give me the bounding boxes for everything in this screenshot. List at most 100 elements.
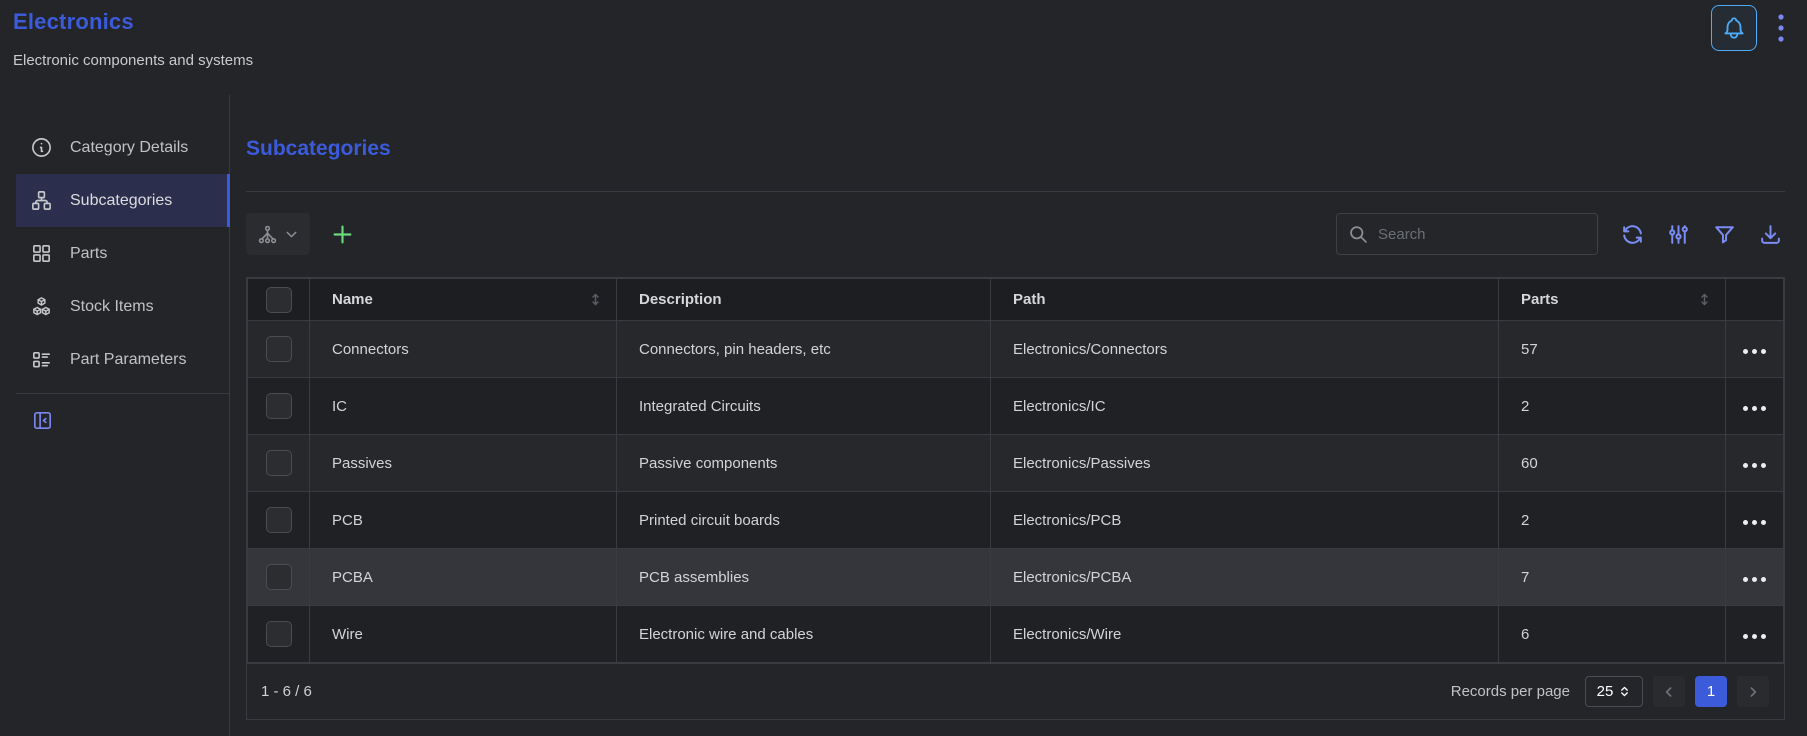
subcategories-table-card: Name Description Path <box>246 277 1785 720</box>
next-page-button[interactable] <box>1737 676 1769 707</box>
table-row[interactable]: PCB Printed circuit boards Electronics/P… <box>248 492 1784 549</box>
page-title: Electronics <box>13 9 1793 35</box>
page-button-1[interactable]: 1 <box>1695 676 1727 707</box>
row-checkbox-cell <box>248 492 310 549</box>
table-toolbar <box>246 213 1785 255</box>
sidebar-item-subcategories[interactable]: Subcategories <box>16 174 229 227</box>
row-menu-button[interactable] <box>1735 448 1774 479</box>
sitemap-icon <box>30 189 53 212</box>
notifications-button[interactable] <box>1711 5 1757 51</box>
sidebar-item-label: Parts <box>70 245 107 263</box>
add-subcategory-button[interactable] <box>329 221 356 248</box>
download-icon <box>1758 222 1783 247</box>
row-checkbox[interactable] <box>266 450 292 476</box>
cell-name: Passives <box>310 435 617 492</box>
cell-description: Passive components <box>617 435 991 492</box>
sidebar-item-stock-items[interactable]: Stock Items <box>16 280 229 333</box>
table-body: Connectors Connectors, pin headers, etc … <box>248 321 1784 663</box>
previous-page-button[interactable] <box>1653 676 1685 707</box>
row-checkbox[interactable] <box>266 393 292 419</box>
sidebar-collapse-icon <box>31 409 54 432</box>
row-menu-button[interactable] <box>1735 562 1774 593</box>
select-all-checkbox[interactable] <box>266 287 292 313</box>
sidebar-item-category-details[interactable]: Category Details <box>16 121 229 174</box>
refresh-button[interactable] <box>1618 220 1647 249</box>
table-row[interactable]: IC Integrated Circuits Electronics/IC 2 <box>248 378 1784 435</box>
download-button[interactable] <box>1756 220 1785 249</box>
dots-horizontal-icon <box>1743 577 1766 582</box>
cell-parts: 2 <box>1499 378 1726 435</box>
sort-icon <box>1696 291 1713 308</box>
row-checkbox[interactable] <box>266 564 292 590</box>
main-panel: Subcategories <box>230 95 1807 736</box>
page-subtitle: Electronic components and systems <box>13 52 1793 69</box>
row-checkbox-cell <box>248 378 310 435</box>
pagination-controls: Records per page 25 <box>1451 676 1769 707</box>
plus-icon <box>329 221 356 248</box>
cell-path: Electronics/Passives <box>991 435 1499 492</box>
table-row[interactable]: Passives Passive components Electronics/… <box>248 435 1784 492</box>
row-checkbox-cell <box>248 606 310 663</box>
toolbar-right <box>1336 213 1785 255</box>
sidebar-item-label: Part Parameters <box>70 351 186 369</box>
cell-path: Electronics/Connectors <box>991 321 1499 378</box>
tree-view-dropdown-button[interactable] <box>246 213 310 255</box>
table-row[interactable]: PCBA PCB assemblies Electronics/PCBA 7 <box>248 549 1784 606</box>
dots-vertical-icon <box>1770 11 1792 45</box>
panel-title: Subcategories <box>246 135 1785 163</box>
row-actions-cell <box>1726 492 1784 549</box>
bell-icon <box>1721 15 1747 41</box>
table-row[interactable]: Connectors Connectors, pin headers, etc … <box>248 321 1784 378</box>
row-checkbox[interactable] <box>266 336 292 362</box>
chevron-right-icon <box>1745 684 1761 700</box>
cell-path: Electronics/Wire <box>991 606 1499 663</box>
row-menu-button[interactable] <box>1735 619 1774 650</box>
page-size-value: 25 <box>1597 683 1614 700</box>
row-menu-button[interactable] <box>1735 334 1774 365</box>
panel-divider <box>246 191 1785 192</box>
table-row[interactable]: Wire Electronic wire and cables Electron… <box>248 606 1784 663</box>
app-page: Electronics Electronic components and sy… <box>0 0 1807 736</box>
filter-button[interactable] <box>1710 220 1739 249</box>
column-label: Description <box>639 291 722 308</box>
row-actions-cell <box>1726 606 1784 663</box>
dots-horizontal-icon <box>1743 349 1766 354</box>
sidebar-item-label: Subcategories <box>70 192 172 210</box>
row-actions-cell <box>1726 321 1784 378</box>
current-page-number: 1 <box>1707 683 1715 700</box>
layout: Category Details Subcategories <box>0 95 1807 736</box>
cell-path: Electronics/PCBA <box>991 549 1499 606</box>
column-header-name[interactable]: Name <box>310 279 617 321</box>
row-checkbox[interactable] <box>266 621 292 647</box>
search-input[interactable] <box>1378 226 1586 243</box>
page-size-select[interactable]: 25 <box>1585 676 1643 707</box>
packages-icon <box>30 295 53 318</box>
info-circle-icon <box>30 136 53 159</box>
grid-icon <box>30 242 53 265</box>
list-details-icon <box>30 348 53 371</box>
column-header-parts[interactable]: Parts <box>1499 279 1726 321</box>
row-checkbox-cell <box>248 321 310 378</box>
sort-icon <box>587 291 604 308</box>
row-checkbox-cell <box>248 435 310 492</box>
row-menu-button[interactable] <box>1735 505 1774 536</box>
cell-name: Wire <box>310 606 617 663</box>
row-checkbox[interactable] <box>266 507 292 533</box>
cell-parts: 2 <box>1499 492 1726 549</box>
sidebar-collapse-button[interactable] <box>29 407 56 434</box>
cell-parts: 60 <box>1499 435 1726 492</box>
hierarchy-icon <box>257 224 278 245</box>
sidebar-item-parts[interactable]: Parts <box>16 227 229 280</box>
sidebar-item-label: Category Details <box>70 139 188 157</box>
search-icon <box>1348 224 1369 245</box>
overflow-menu-button[interactable] <box>1768 7 1794 49</box>
cell-path: Electronics/PCB <box>991 492 1499 549</box>
row-actions-cell <box>1726 549 1784 606</box>
adjustments-button[interactable] <box>1664 220 1693 249</box>
filter-icon <box>1712 222 1737 247</box>
sidebar-item-part-parameters[interactable]: Part Parameters <box>16 333 229 386</box>
row-menu-button[interactable] <box>1735 391 1774 422</box>
cell-description: Printed circuit boards <box>617 492 991 549</box>
column-header-path[interactable]: Path <box>991 279 1499 321</box>
column-header-description[interactable]: Description <box>617 279 991 321</box>
